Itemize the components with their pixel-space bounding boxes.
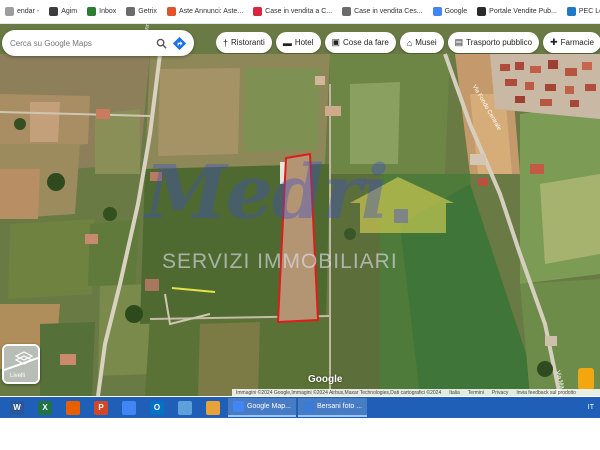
window-icon — [233, 401, 244, 412]
blank-area — [0, 418, 600, 450]
windows-taskbar: W X P O Google Map... Bersani foto ... IT — [0, 397, 600, 418]
photos-app[interactable] — [172, 398, 198, 417]
firefox-icon — [66, 400, 80, 415]
pegman-icon[interactable] — [578, 368, 594, 390]
getrix-icon — [126, 7, 136, 16]
chip-label: Trasporto pubblico — [466, 38, 533, 47]
bookmark-label: Google — [444, 8, 468, 15]
camera-icon: ▣ — [331, 37, 341, 47]
bookmark-icon — [49, 7, 59, 16]
bookmark-label: Aste Annunci: Aste... — [178, 8, 244, 15]
photos-icon — [178, 400, 192, 415]
auction-icon — [166, 7, 176, 16]
bookmark-item[interactable]: Getrix — [121, 0, 162, 23]
outlook-icon: O — [150, 400, 164, 415]
powerpoint-icon: P — [94, 400, 108, 415]
mail-icon — [566, 7, 576, 16]
excel-app[interactable]: X — [32, 398, 58, 417]
google-icon — [432, 7, 442, 16]
chip-farmacie[interactable]: ✚ Farmacie — [543, 32, 600, 53]
bookmark-item[interactable]: Case in vendita a C... — [248, 0, 337, 23]
google-logo: Google — [308, 374, 343, 385]
portal-icon — [477, 7, 487, 16]
bookmark-label: endar - — [17, 8, 40, 15]
chip-label: Hotel — [294, 38, 314, 47]
inbox-icon — [87, 7, 97, 16]
outlook-app[interactable]: O — [144, 398, 170, 417]
chip-trasporto-pubblico[interactable]: ▤ Trasporto pubblico — [447, 32, 540, 53]
bookmark-label: Agim — [61, 8, 78, 15]
word-app[interactable]: W — [4, 398, 30, 417]
bookmark-item[interactable]: Google — [428, 0, 473, 23]
privacy-link[interactable]: Privacy — [492, 390, 508, 396]
map-attribution: Immagini ©2024 Google,Immagini ©2024 Air… — [232, 389, 600, 397]
train-icon: ▤ — [454, 37, 464, 47]
chip-cose-da-fare[interactable]: ▣ Cose da fare — [324, 32, 396, 53]
bookmark-item[interactable]: Portale Vendite Pub... — [472, 0, 562, 23]
chip-label: Farmacie — [560, 38, 594, 47]
powerpoint-app[interactable]: P — [88, 398, 114, 417]
bookmark-item[interactable]: Case in vendita Ces... — [337, 0, 427, 23]
bookmark-label: Case in vendita Ces... — [354, 8, 423, 15]
chrome-app[interactable] — [116, 398, 142, 417]
house-icon — [253, 7, 263, 16]
museum-icon: ⌂ — [406, 37, 413, 48]
tray-language[interactable]: IT — [588, 404, 594, 411]
layers-button[interactable]: Livelli — [2, 344, 40, 384]
directions-icon[interactable] — [172, 36, 186, 50]
region-link[interactable]: Italia — [449, 390, 460, 396]
fork-knife-icon: † — [223, 37, 229, 48]
layers-label: Livelli — [10, 373, 26, 379]
window-icon — [302, 401, 314, 412]
bookmark-label: Case in vendita a C... — [265, 8, 333, 15]
map-imagery — [0, 24, 600, 396]
bookmark-item[interactable]: Inbox — [82, 0, 121, 23]
feedback-link[interactable]: Invia feedback sul prodotto — [516, 390, 576, 396]
taskbar-window[interactable]: Bersani foto ... — [297, 398, 368, 417]
chip-label: Ristoranti — [231, 38, 265, 47]
screen: endar - Agim Inbox Getrix Aste Annunci: Aste… — [0, 0, 600, 450]
bookmark-item[interactable]: Agim — [44, 0, 82, 23]
firefox-app[interactable] — [60, 398, 86, 417]
chip-label: Musei — [415, 38, 437, 47]
category-chips: † Ristoranti ▬ Hotel ▣ Cose da fare ⌂ Musei ▤ Tra… — [216, 32, 600, 54]
chip-ristoranti[interactable]: † Ristoranti — [216, 32, 272, 53]
bookmark-item[interactable]: Aste Annunci: Aste... — [162, 0, 248, 23]
bookmark-label: PEC Legalmail — [578, 8, 600, 15]
bookmark-item[interactable]: endar - — [0, 0, 44, 23]
pharmacy-icon: ✚ — [550, 37, 558, 47]
taskbar-window[interactable]: Google Map... — [228, 398, 296, 417]
search-icon[interactable] — [154, 36, 168, 50]
imagery-credit: Immagini ©2024 Google,Immagini ©2024 Air… — [236, 390, 442, 396]
chip-hotel[interactable]: ▬ Hotel — [275, 32, 321, 53]
house-icon — [342, 7, 352, 16]
media-player-icon — [206, 400, 220, 415]
bookmark-label: Getrix — [138, 8, 157, 15]
chip-label: Cose da fare — [343, 38, 389, 47]
window-label: Bersani foto ... — [316, 403, 363, 410]
parcel-outline — [276, 152, 320, 324]
bookmark-item[interactable]: PEC Legalmail — [562, 0, 600, 23]
window-label: Google Map... — [247, 403, 291, 410]
excel-icon: X — [38, 400, 52, 415]
bed-icon: ▬ — [282, 37, 292, 48]
satellite-map[interactable]: Via Madonna Via Fondo Centrale Via Ma — [0, 24, 600, 396]
bookmark-label: Inbox — [99, 8, 117, 15]
terms-link[interactable]: Termini — [468, 390, 484, 396]
bookmark-label: Portale Vendite Pub... — [489, 8, 557, 15]
maps-search-box[interactable] — [2, 30, 194, 56]
chip-musei[interactable]: ⌂ Musei — [399, 32, 444, 53]
bookmarks-bar: endar - Agim Inbox Getrix Aste Annunci: Aste… — [0, 0, 600, 24]
bookmark-icon — [5, 7, 14, 16]
media-player-app[interactable] — [200, 398, 226, 417]
word-icon: W — [10, 400, 24, 415]
chrome-icon — [122, 400, 136, 415]
system-tray: IT — [588, 397, 600, 418]
search-input[interactable] — [10, 38, 150, 48]
